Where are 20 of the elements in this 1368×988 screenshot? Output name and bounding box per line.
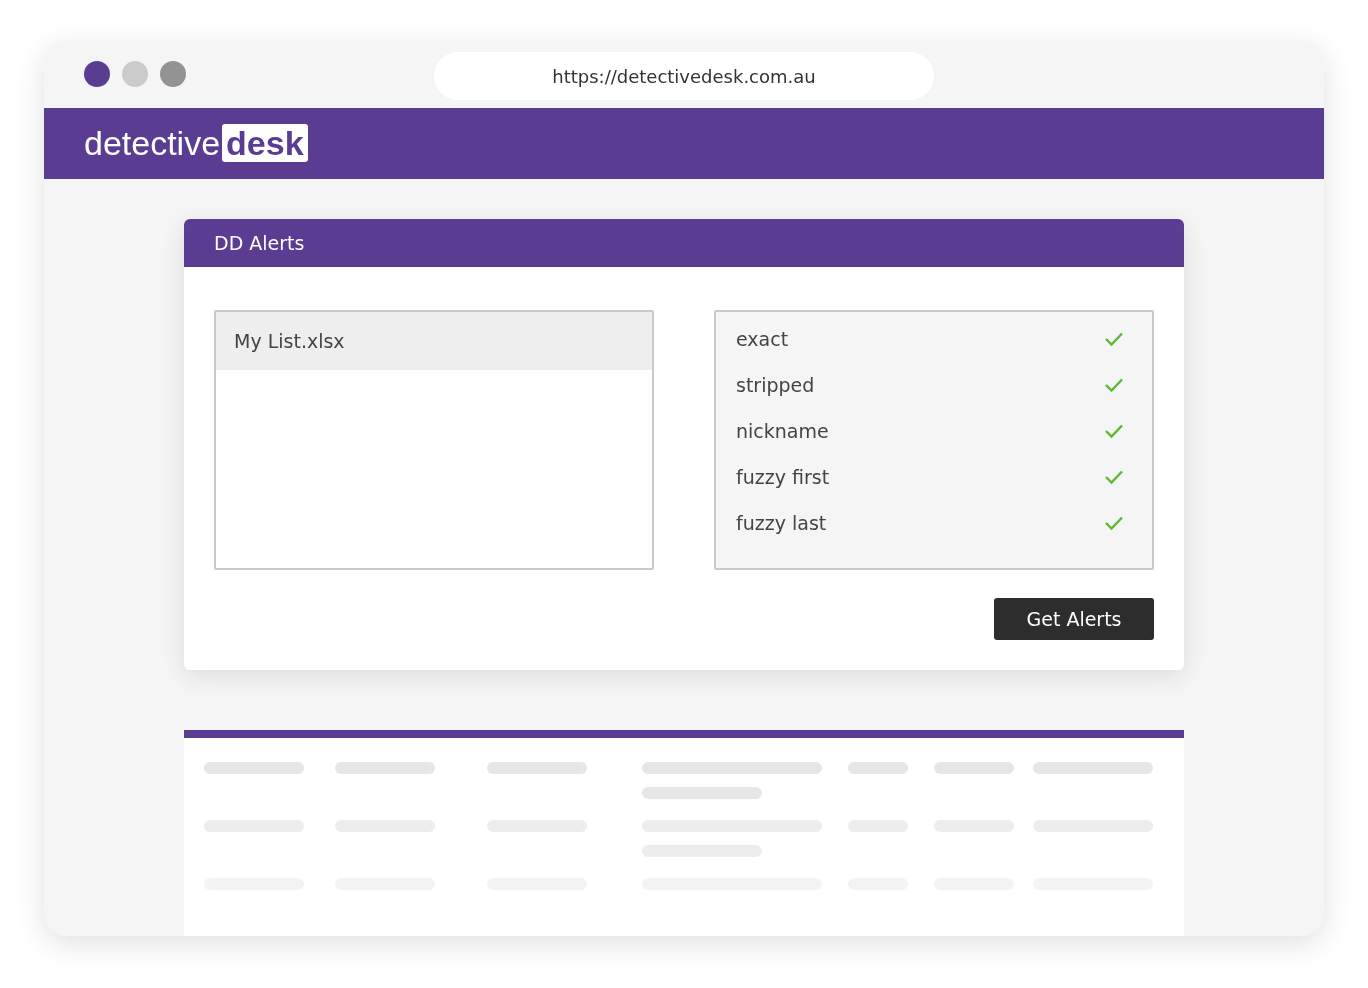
checkmark-icon[interactable] [1104, 331, 1124, 347]
checkmark-icon[interactable] [1104, 469, 1124, 485]
address-bar[interactable]: https://detectivedesk.com.au [434, 52, 934, 100]
option-label[interactable]: nickname [736, 420, 829, 442]
card-title: DD Alerts [214, 232, 305, 254]
window-dot [122, 60, 148, 87]
option-label[interactable]: fuzzy first [736, 466, 830, 488]
get-alerts-button[interactable]: Get Alerts [994, 598, 1154, 640]
window-dot [84, 60, 110, 87]
checkmark-icon[interactable] [1104, 377, 1124, 393]
checkmark-icon[interactable] [1104, 515, 1124, 531]
logo-badge: desk [222, 124, 308, 163]
option-label[interactable]: fuzzy last [736, 512, 827, 534]
placeholder-bar [848, 762, 908, 774]
logo-text: detective [84, 124, 221, 163]
checkmark-icon[interactable] [1104, 423, 1124, 439]
window-dot [160, 60, 186, 87]
option-label[interactable]: exact [736, 328, 789, 350]
file-item[interactable]: My List.xlsx [216, 312, 652, 370]
option-label[interactable]: stripped [736, 374, 815, 396]
